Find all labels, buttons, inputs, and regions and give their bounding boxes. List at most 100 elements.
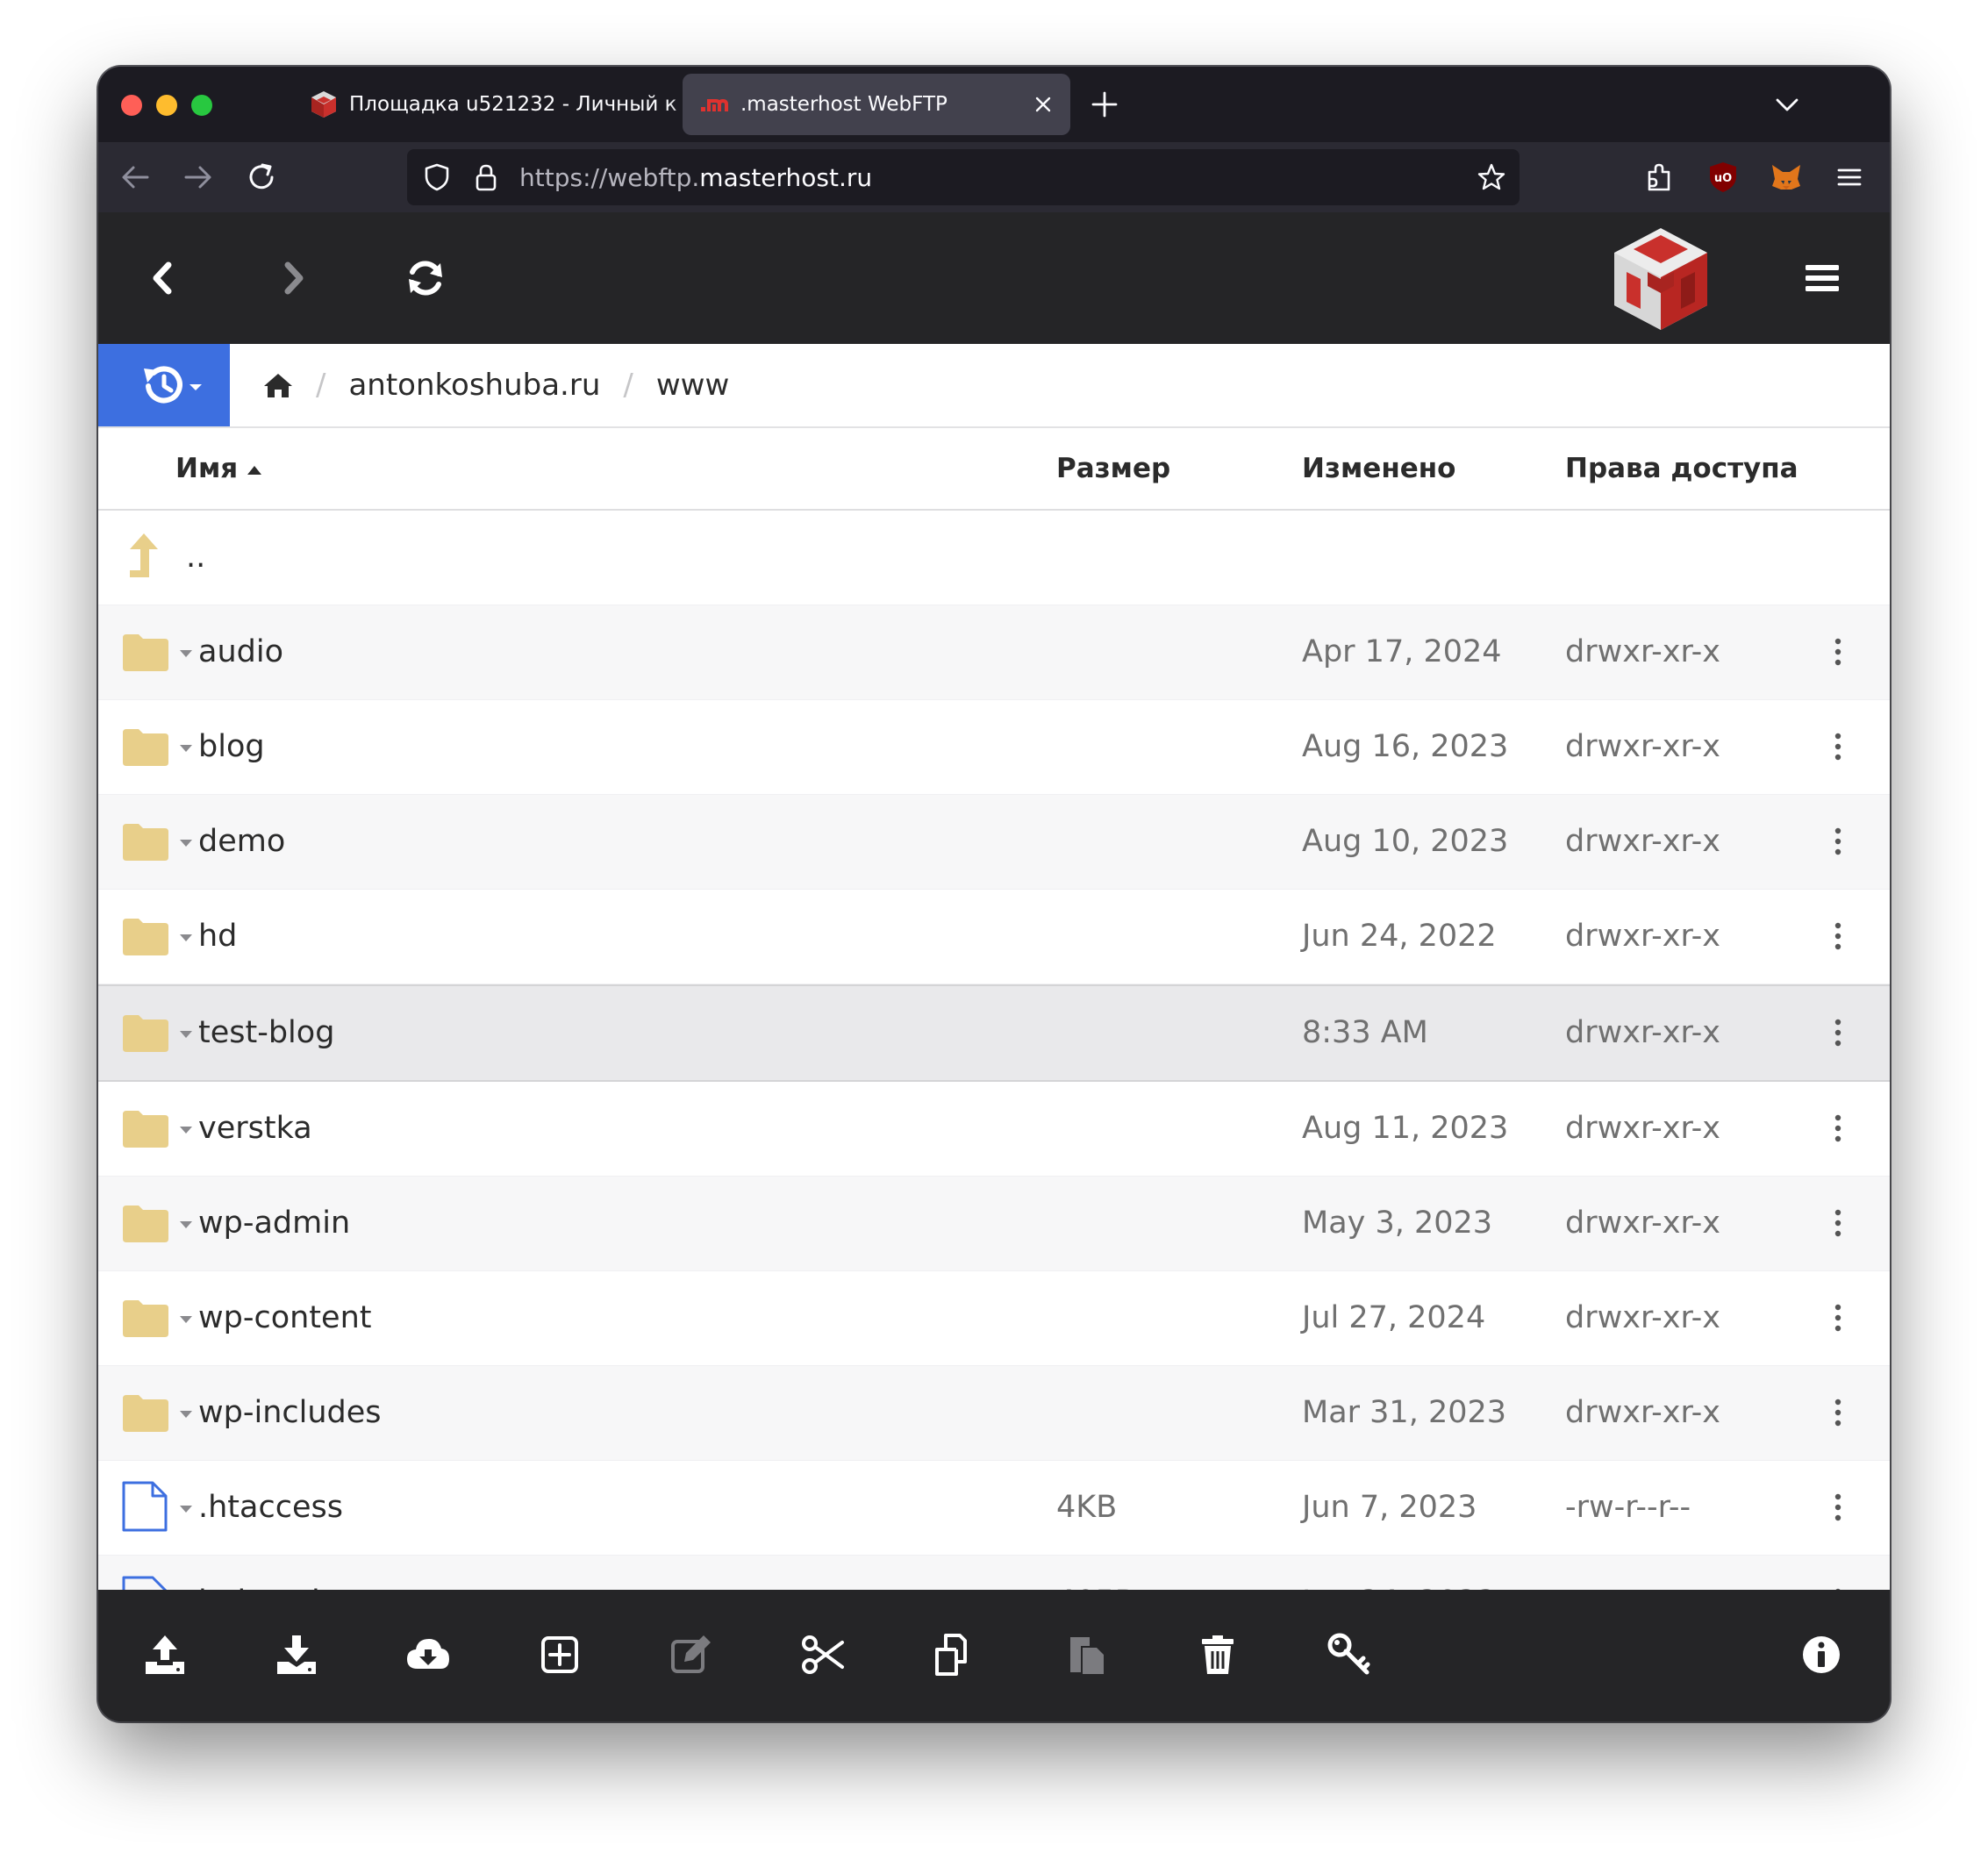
caret-down-icon[interactable] [179,649,193,658]
file-name[interactable]: wp-includes [198,1366,382,1460]
folder-row[interactable]: blog Aug 16, 2023 drwxr-xr-x [98,700,1890,795]
refresh-icon[interactable] [402,254,449,302]
browser-window: Площадка u521232 - Личный к .masterhost … [98,67,1890,1721]
folder-icon [123,824,168,861]
info-icon[interactable] [1798,1632,1844,1678]
history-button[interactable] [98,344,230,426]
file-name[interactable]: demo [198,795,285,889]
cut-icon[interactable] [800,1632,846,1678]
column-size[interactable]: Размер [1056,428,1170,509]
folder-icon [123,1111,168,1148]
hamburger-menu-icon[interactable] [1798,254,1846,302]
column-permissions[interactable]: Права доступа [1565,428,1798,509]
column-name[interactable]: Имя [175,428,262,509]
ublock-icon[interactable]: uO [1706,160,1741,195]
file-name[interactable]: verstka [198,1082,312,1176]
caret-down-icon[interactable] [179,1126,193,1134]
file-row[interactable]: .htaccess 4KB Jun 7, 2023 -rw-r--r-- [98,1461,1890,1556]
masterhost-logo [1614,228,1707,330]
file-permissions: drwxr-xr-x [1565,634,1720,669]
permissions-key-icon[interactable] [1327,1632,1372,1678]
tab-webftp[interactable]: .masterhost WebFTP [683,74,1070,135]
forward-icon[interactable] [268,254,316,302]
shield-icon[interactable] [421,161,453,193]
back-arrow-icon[interactable] [118,160,153,195]
folder-row[interactable]: audio Apr 17, 2024 drwxr-xr-x [98,605,1890,700]
folder-row[interactable]: verstka Aug 11, 2023 drwxr-xr-x [98,1082,1890,1177]
more-vertical-icon[interactable] [1832,921,1844,951]
caret-down-icon[interactable] [179,744,193,753]
url-text[interactable]: https://webftp.masterhost.ru [519,163,872,192]
caret-down-icon[interactable] [179,1030,193,1039]
caret-down-icon[interactable] [179,1220,193,1229]
folder-row[interactable]: hd Jun 24, 2022 drwxr-xr-x [98,890,1890,984]
upload-icon[interactable] [142,1632,188,1678]
address-bar[interactable]: https://webftp.masterhost.ru [407,149,1520,205]
close-tab-icon[interactable] [1033,95,1053,114]
file-name[interactable]: wp-content [198,1271,371,1365]
folder-row[interactable]: demo Aug 10, 2023 drwxr-xr-x [98,795,1890,890]
masterhost-cube-icon [311,91,336,118]
paste-icon[interactable] [1063,1632,1109,1678]
folder-icon [123,1395,168,1432]
more-vertical-icon[interactable] [1832,1398,1844,1427]
download-icon[interactable] [274,1632,319,1678]
folder-row[interactable]: wp-includes Mar 31, 2023 drwxr-xr-x [98,1366,1890,1461]
more-vertical-icon[interactable] [1832,732,1844,762]
lock-icon[interactable] [470,161,502,193]
close-window-button[interactable] [121,95,142,116]
file-name[interactable]: .htaccess [198,1461,343,1555]
home-icon[interactable] [263,372,293,398]
folder-row[interactable]: test-blog 8:33 AM drwxr-xr-x [98,984,1890,1082]
more-vertical-icon[interactable] [1832,826,1844,856]
caret-down-icon[interactable] [179,934,193,942]
more-vertical-icon[interactable] [1832,1113,1844,1143]
column-modified[interactable]: Изменено [1302,428,1455,509]
file-size: 4KB [1056,1490,1118,1525]
caret-down-icon[interactable] [179,839,193,848]
new-tab-icon[interactable] [1090,89,1119,119]
caret-down-icon[interactable] [179,1410,193,1419]
file-permissions: drwxr-xr-x [1565,1206,1720,1241]
more-vertical-icon[interactable] [1832,637,1844,667]
caret-down-icon[interactable] [179,1315,193,1324]
zoom-window-button[interactable] [191,95,212,116]
more-vertical-icon[interactable] [1832,1303,1844,1333]
folder-row[interactable]: wp-admin May 3, 2023 drwxr-xr-x [98,1177,1890,1271]
copy-icon[interactable] [932,1632,977,1678]
metamask-icon[interactable] [1769,160,1804,195]
breadcrumb-item-domain[interactable]: antonkoshuba.ru [348,368,600,403]
more-vertical-icon[interactable] [1832,1492,1844,1522]
file-name[interactable]: test-blog [198,986,334,1080]
tab-list-chevron-down-icon[interactable] [1772,91,1802,118]
file-name[interactable]: audio [198,605,283,699]
reload-icon[interactable] [244,160,279,195]
rename-icon[interactable] [669,1632,714,1678]
file-name[interactable]: hd [198,890,237,984]
caret-down-icon[interactable] [179,1505,193,1513]
more-vertical-icon[interactable] [1832,1208,1844,1238]
more-vertical-icon[interactable] [1832,1018,1844,1048]
file-name[interactable]: blog [198,700,265,794]
breadcrumb-item-www[interactable]: www [656,368,729,403]
file-name[interactable]: wp-admin [198,1177,350,1270]
back-icon[interactable] [140,254,188,302]
file-modified: 8:33 AM [1302,1015,1428,1050]
action-toolbar [98,1590,1890,1721]
column-name-label: Имя [175,453,239,484]
tab-title: .masterhost WebFTP [740,93,948,116]
minimize-window-button[interactable] [156,95,177,116]
parent-dir-label: .. [186,540,206,575]
folder-row[interactable]: wp-content Jul 27, 2024 drwxr-xr-x [98,1271,1890,1366]
file-modified: Aug 16, 2023 [1302,729,1509,764]
forward-arrow-icon[interactable] [181,160,216,195]
delete-icon[interactable] [1195,1632,1241,1678]
app-menu-icon[interactable] [1832,160,1867,195]
cloud-download-icon[interactable] [405,1632,451,1678]
extensions-icon[interactable] [1642,160,1677,195]
parent-directory-row[interactable]: .. [98,511,1890,605]
file-modified: Jun 7, 2023 [1302,1490,1477,1525]
file-permissions: drwxr-xr-x [1565,729,1720,764]
bookmark-star-icon[interactable] [1476,161,1507,193]
new-item-icon[interactable] [537,1632,583,1678]
